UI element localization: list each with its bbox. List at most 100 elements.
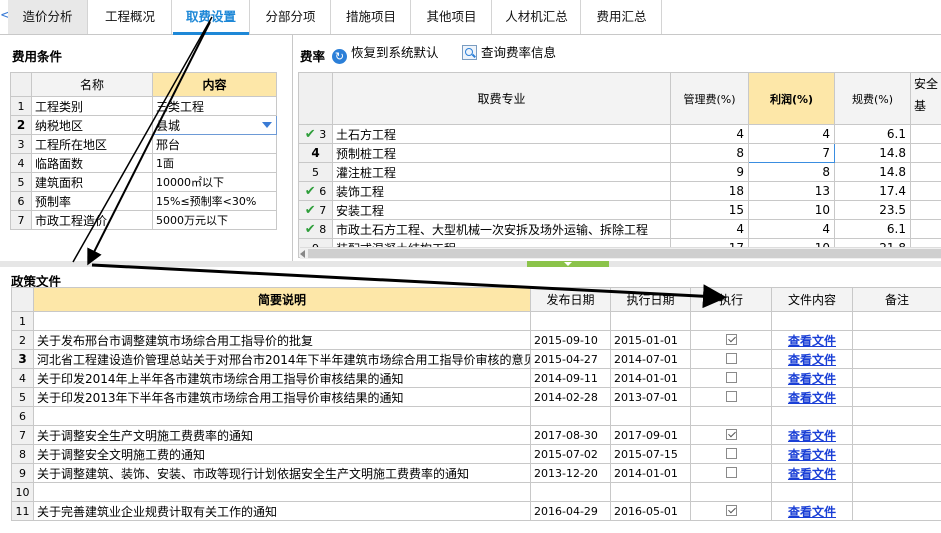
regulatory-fee-value[interactable]: 6.1: [834, 219, 911, 239]
management-fee-value[interactable]: 8: [670, 143, 749, 163]
safety-value[interactable]: [910, 200, 941, 220]
notes-cell[interactable]: [852, 330, 941, 350]
restore-default-button[interactable]: ↻ 恢复到系统默认: [332, 44, 439, 64]
table-row[interactable]: 5 建筑面积 10000㎡以下: [10, 172, 277, 192]
table-row[interactable]: ✔ 6 装饰工程 18 13 17.4: [298, 181, 941, 201]
table-row[interactable]: ✔ 7 安装工程 15 10 23.5: [298, 200, 941, 220]
regulatory-fee-value[interactable]: 6.1: [834, 124, 911, 144]
table-row[interactable]: 7 市政工程造价 5000万元以下: [10, 210, 277, 230]
execute-cell[interactable]: [690, 463, 772, 483]
execute-cell[interactable]: [690, 482, 772, 502]
notes-cell[interactable]: [852, 463, 941, 483]
table-row[interactable]: 10: [11, 482, 941, 502]
tab-fee-summary[interactable]: 费用汇总: [582, 0, 662, 34]
file-content-cell[interactable]: 查看文件: [771, 463, 853, 483]
view-file-link[interactable]: 查看文件: [788, 353, 836, 367]
notes-cell[interactable]: [852, 349, 941, 369]
execute-cell[interactable]: [690, 425, 772, 445]
safety-value[interactable]: [910, 181, 941, 201]
file-content-cell[interactable]: 查看文件: [771, 425, 853, 445]
profit-value[interactable]: 8: [748, 162, 835, 182]
table-row[interactable]: 4 关于印发2014年上半年各市建筑市场综合用工指导价审核结果的通知 2014-09…: [11, 368, 941, 388]
notes-cell[interactable]: [852, 425, 941, 445]
table-row[interactable]: 6 预制率 15%≤预制率<30%: [10, 191, 277, 211]
table-row[interactable]: 2 纳税地区 县城: [10, 115, 277, 135]
tab-measures[interactable]: 措施项目: [332, 0, 411, 34]
view-file-link[interactable]: 查看文件: [788, 467, 836, 481]
safety-value[interactable]: [910, 124, 941, 144]
file-content-cell[interactable]: [771, 311, 853, 331]
safety-value[interactable]: [910, 162, 941, 182]
safety-value[interactable]: [910, 143, 941, 163]
file-content-cell[interactable]: 查看文件: [771, 387, 853, 407]
tab-other-items[interactable]: 其他项目: [412, 0, 492, 34]
management-fee-value[interactable]: 18: [670, 181, 749, 201]
table-row[interactable]: 11 关于完善建筑业企业规费计取有关工作的通知 2016-04-29 2016-05-…: [11, 501, 941, 521]
notes-cell[interactable]: [852, 406, 941, 426]
regulatory-fee-value[interactable]: 17.4: [834, 181, 911, 201]
profit-value[interactable]: 10: [748, 200, 835, 220]
view-file-link[interactable]: 查看文件: [788, 448, 836, 462]
table-row[interactable]: 7 关于调整安全生产文明施工费费率的通知 2017-08-30 2017-09-01 查…: [11, 425, 941, 445]
condition-value[interactable]: 1面: [152, 153, 277, 173]
execute-checkbox[interactable]: [725, 334, 737, 345]
table-row[interactable]: ✔ 8 市政土石方工程、大型机械一次安拆及场外运输、拆除工程 4 4 6.1: [298, 219, 941, 239]
file-content-cell[interactable]: 查看文件: [771, 368, 853, 388]
condition-value[interactable]: 邢台: [152, 134, 277, 154]
table-row[interactable]: 4 预制桩工程 8 7 14.8: [298, 143, 941, 163]
tab-labor-material-summary[interactable]: 人材机汇总: [493, 0, 581, 34]
execute-cell[interactable]: [690, 311, 772, 331]
regulatory-fee-value[interactable]: 14.8: [834, 162, 911, 182]
notes-cell[interactable]: [852, 501, 941, 521]
table-row[interactable]: 4 临路面数 1面: [10, 153, 277, 173]
file-content-cell[interactable]: 查看文件: [771, 501, 853, 521]
file-content-cell[interactable]: [771, 406, 853, 426]
profit-value[interactable]: 4: [748, 124, 835, 144]
table-row[interactable]: 8 关于调整安全文明施工费的通知 2015-07-02 2015-07-15 查看文件: [11, 444, 941, 464]
view-file-link[interactable]: 查看文件: [788, 505, 836, 519]
execute-checkbox[interactable]: [725, 353, 737, 364]
management-fee-value[interactable]: 9: [670, 162, 749, 182]
query-rate-info-button[interactable]: 查询费率信息: [462, 44, 556, 62]
execute-cell[interactable]: [690, 368, 772, 388]
horizontal-scrollbar[interactable]: [300, 247, 941, 259]
regulatory-fee-value[interactable]: 23.5: [834, 200, 911, 220]
collapse-chevron-icon[interactable]: <: [0, 5, 11, 29]
file-content-cell[interactable]: 查看文件: [771, 444, 853, 464]
table-row[interactable]: 9 关于调整建筑、装饰、安装、市政等现行计划依据安全生产文明施工费费率的通知 201…: [11, 463, 941, 483]
condition-value[interactable]: 10000㎡以下: [152, 172, 277, 192]
management-fee-value[interactable]: 4: [670, 219, 749, 239]
notes-cell[interactable]: [852, 368, 941, 388]
execute-checkbox[interactable]: [725, 448, 737, 459]
view-file-link[interactable]: 查看文件: [788, 372, 836, 386]
execute-cell[interactable]: [690, 406, 772, 426]
notes-cell[interactable]: [852, 482, 941, 502]
notes-cell[interactable]: [852, 387, 941, 407]
execute-checkbox[interactable]: [725, 391, 737, 402]
scroll-left-arrow-icon[interactable]: [300, 250, 305, 258]
dropdown-arrow-icon[interactable]: [262, 122, 272, 128]
management-fee-value[interactable]: 4: [670, 124, 749, 144]
tab-fee-settings[interactable]: 取费设置: [173, 0, 250, 35]
table-row[interactable]: 6: [11, 406, 941, 426]
condition-value[interactable]: 15%≤预制率<30%: [152, 191, 277, 211]
view-file-link[interactable]: 查看文件: [788, 391, 836, 405]
management-fee-value[interactable]: 15: [670, 200, 749, 220]
table-row[interactable]: 2 关于发布邢台市调整建筑市场综合用工指导价的批复 2015-09-10 2015-0…: [11, 330, 941, 350]
view-file-link[interactable]: 查看文件: [788, 334, 836, 348]
regulatory-fee-value[interactable]: 14.8: [834, 143, 911, 163]
safety-value[interactable]: [910, 219, 941, 239]
profit-value-selected[interactable]: 7: [748, 143, 835, 163]
table-row[interactable]: 1 工程类别 三类工程: [10, 96, 277, 116]
file-content-cell[interactable]: 查看文件: [771, 330, 853, 350]
execute-checkbox[interactable]: [725, 505, 737, 516]
condition-value[interactable]: 5000万元以下: [152, 210, 277, 230]
execute-cell[interactable]: [690, 501, 772, 521]
table-row[interactable]: ✔ 3 土石方工程 4 4 6.1: [298, 124, 941, 144]
profit-value[interactable]: 4: [748, 219, 835, 239]
scrollbar-thumb[interactable]: [308, 249, 941, 258]
tab-divisions[interactable]: 分部分项: [251, 0, 331, 34]
notes-cell[interactable]: [852, 444, 941, 464]
execute-checkbox[interactable]: [725, 372, 737, 383]
execute-cell[interactable]: [690, 330, 772, 350]
